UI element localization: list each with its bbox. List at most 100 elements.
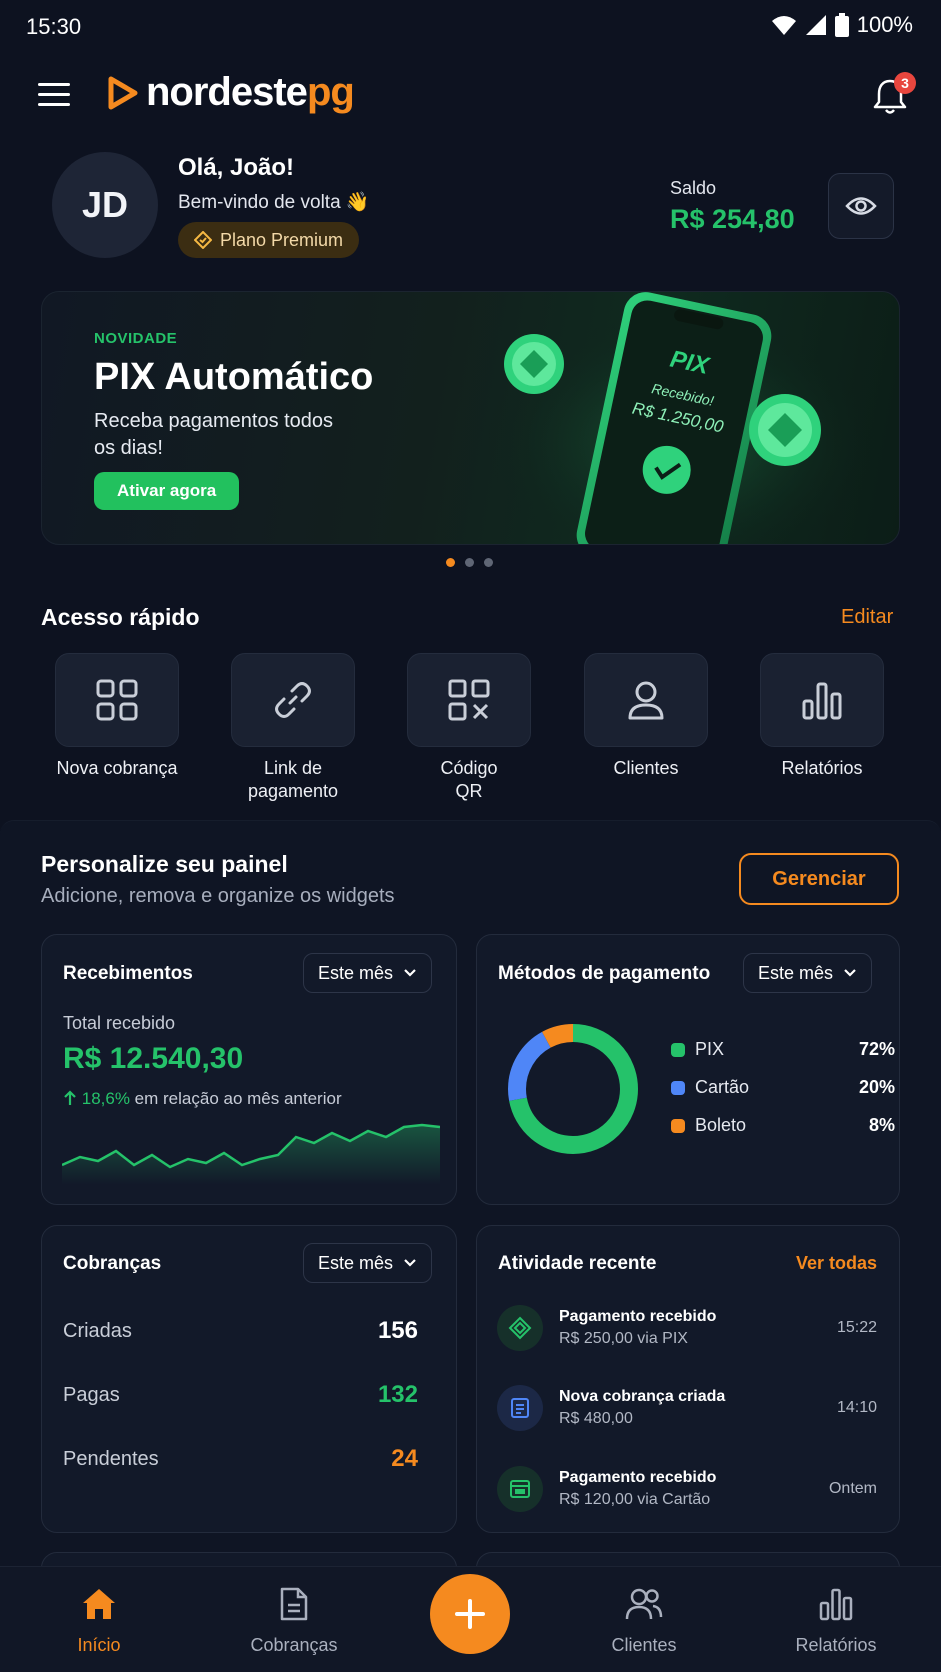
- carousel-dots[interactable]: [446, 558, 493, 567]
- payment-methods-legend: PIX 72% Cartão 20% Boleto 8%: [671, 1039, 895, 1136]
- plus-icon: [455, 1599, 485, 1629]
- stat-label: Pendentes: [63, 1447, 159, 1470]
- activity-title: Nova cobrança criada: [559, 1388, 726, 1405]
- legend-swatch: [671, 1042, 685, 1057]
- legend-name: Cartão: [695, 1077, 750, 1097]
- card-payment-icon: [510, 1480, 530, 1498]
- add-fab-button[interactable]: [430, 1574, 510, 1654]
- legend-percent: 20%: [858, 1077, 895, 1097]
- quick-access-label: Clientes: [613, 758, 679, 778]
- nav-home[interactable]: Início: [24, 1585, 174, 1656]
- activity-time: 15:22: [836, 1319, 877, 1336]
- payment-methods-donut: [508, 1024, 638, 1154]
- menu-icon[interactable]: [38, 80, 72, 110]
- wifi-icon: [771, 16, 796, 35]
- invoice-icon: [511, 1398, 529, 1418]
- stat-value: 156: [377, 1317, 418, 1344]
- brand-logo: nordestepg: [106, 70, 355, 115]
- charges-title: Cobranças: [63, 1253, 162, 1274]
- edit-link[interactable]: Editar: [841, 606, 893, 629]
- promo-banner[interactable]: NOVIDADE PIX Automático Receba pagamento…: [41, 291, 900, 545]
- payment-methods-title: Métodos de pagamento: [498, 963, 711, 984]
- activity-item[interactable]: Nova cobrança criada R$ 480,00 14:10: [497, 1385, 877, 1431]
- activity-subtitle: R$ 120,00 via Cartão: [559, 1491, 711, 1508]
- balance-label: Saldo: [670, 178, 717, 198]
- chevron-down-icon: [844, 969, 856, 977]
- receipts-title: Recebimentos: [63, 963, 193, 984]
- activity-time: Ontem: [828, 1480, 877, 1497]
- legend-swatch: [671, 1080, 685, 1095]
- battery-level: 100%: [856, 12, 913, 37]
- carousel-dot[interactable]: [484, 558, 493, 567]
- balance-value: R$ 254,80: [670, 204, 795, 234]
- recent-activity-title: Atividade recente: [498, 1253, 657, 1274]
- quick-access-title: Acesso rápido: [41, 604, 200, 630]
- play-logo-icon: [108, 76, 138, 109]
- receipts-widget: Recebimentos Este mês Total recebido R$ …: [41, 934, 457, 1205]
- signal-icon: [805, 15, 826, 35]
- chevron-down-icon: [404, 969, 416, 977]
- legend-row-boleto: Boleto 8%: [671, 1115, 895, 1136]
- quick-payment-link[interactable]: Link de pagamento: [205, 653, 381, 803]
- plan-badge: Plano Premium: [178, 222, 360, 258]
- activity-subtitle: R$ 480,00: [559, 1410, 633, 1427]
- period-label: Este mês: [318, 1252, 394, 1273]
- activity-title: Pagamento recebido: [559, 1469, 717, 1486]
- quick-access-label: Relatórios: [781, 758, 863, 778]
- activate-now-button[interactable]: Ativar agora: [94, 472, 240, 510]
- home-icon: [83, 1589, 115, 1619]
- recent-activity-widget: Atividade recente Ver todas Pagamento re…: [476, 1225, 900, 1533]
- legend-percent: 8%: [868, 1115, 895, 1135]
- quick-access-label: Nova cobrança: [56, 758, 178, 778]
- welcome-message: Bem-vindo de volta 👋: [178, 192, 370, 213]
- legend-row-card: Cartão 20%: [671, 1077, 895, 1098]
- activity-item[interactable]: Pagamento recebido R$ 120,00 via Cartão …: [497, 1466, 877, 1512]
- nav-charges[interactable]: Cobranças: [219, 1585, 369, 1656]
- notification-badge: 3: [894, 72, 916, 94]
- activity-subtitle: R$ 250,00 via PIX: [559, 1330, 688, 1347]
- toggle-balance-button[interactable]: [828, 173, 894, 239]
- quick-reports[interactable]: Relatórios: [734, 653, 910, 780]
- users-icon: [625, 1588, 663, 1620]
- quick-new-charge[interactable]: Nova cobrança: [29, 653, 205, 780]
- pix-icon: [508, 1316, 532, 1340]
- status-time: 15:30: [26, 14, 82, 39]
- document-icon: [280, 1587, 308, 1621]
- pix-coin-left: [504, 334, 564, 394]
- bar-chart-icon: [819, 1588, 853, 1621]
- payment-methods-period-select[interactable]: Este mês: [743, 953, 873, 993]
- charges-row-created: Criadas 156: [63, 1317, 418, 1345]
- charges-row-pending: Pendentes 24: [63, 1445, 418, 1473]
- nav-label: Início: [77, 1635, 121, 1655]
- banner-description: Receba pagamentos todos os dias!: [94, 410, 334, 459]
- grid-icon: [96, 679, 138, 721]
- carousel-dot[interactable]: [446, 558, 455, 567]
- nav-label: Relatórios: [795, 1635, 877, 1655]
- period-label: Este mês: [318, 962, 394, 983]
- stat-label: Pagas: [63, 1383, 120, 1406]
- payment-methods-widget: Métodos de pagamento Este mês PIX 72% Ca…: [476, 934, 900, 1205]
- avatar[interactable]: JD: [52, 152, 158, 258]
- manage-widgets-button[interactable]: Gerenciar: [739, 853, 899, 905]
- eye-icon: [845, 197, 877, 215]
- receipts-period-select[interactable]: Este mês: [303, 953, 433, 993]
- quick-qr-code[interactable]: Código QR: [381, 653, 557, 803]
- charges-period-select[interactable]: Este mês: [303, 1243, 433, 1283]
- banner-tag: NOVIDADE: [94, 330, 178, 347]
- carousel-dot[interactable]: [465, 558, 474, 567]
- status-icons: 100%: [771, 12, 913, 38]
- link-icon: [275, 682, 311, 718]
- see-all-link[interactable]: Ver todas: [796, 1253, 877, 1274]
- activity-item[interactable]: Pagamento recebido R$ 250,00 via PIX 15:…: [497, 1305, 877, 1351]
- personalize-subtitle: Adicione, remova e organize os widgets: [41, 885, 395, 907]
- qr-code-icon: [448, 679, 490, 721]
- greeting: Olá, João!: [178, 154, 295, 181]
- quick-clients[interactable]: Clientes: [558, 653, 734, 780]
- arrow-up-icon: [64, 1090, 76, 1105]
- nav-label: Cobranças: [250, 1635, 338, 1655]
- diamond-icon: [194, 231, 212, 249]
- nav-clients[interactable]: Clientes: [569, 1585, 719, 1656]
- nav-reports[interactable]: Relatórios: [761, 1585, 911, 1656]
- activity-time: 14:10: [836, 1399, 877, 1416]
- legend-name: PIX: [695, 1039, 725, 1059]
